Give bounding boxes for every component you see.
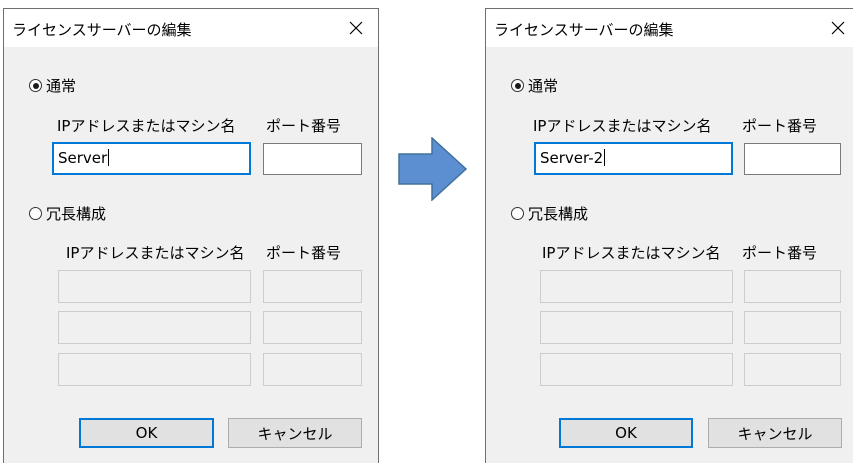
port-header-normal: ポート番号: [266, 117, 342, 135]
license-server-edit-dialog-after: ライセンスサーバーの編集 通常 IPアドレスまたはマシン名 ポート番号 Serv…: [485, 8, 853, 463]
address-header-redundant: IPアドレスまたはマシン名: [542, 244, 721, 262]
radio-normal[interactable]: 通常: [29, 75, 76, 96]
redundant-port-input-1: [263, 270, 362, 303]
close-button[interactable]: [340, 13, 372, 43]
address-input-value: Server-2: [540, 149, 604, 167]
redundant-address-input-1: [58, 270, 251, 303]
port-header-normal: ポート番号: [742, 117, 818, 135]
redundant-port-input-3: [744, 353, 841, 386]
close-icon: [831, 21, 845, 35]
radio-normal-button[interactable]: [29, 79, 42, 92]
redundant-address-input-2: [540, 311, 733, 344]
address-input[interactable]: Server-2: [534, 142, 733, 175]
address-header-redundant: IPアドレスまたはマシン名: [66, 244, 245, 262]
radio-normal-label: 通常: [528, 77, 559, 95]
close-icon: [349, 21, 363, 35]
redundant-address-input-3: [58, 353, 251, 386]
radio-redundant-label: 冗長構成: [46, 205, 107, 223]
redundant-address-input-2: [58, 311, 251, 344]
title-bar: ライセンスサーバーの編集: [4, 9, 378, 47]
dialog-title: ライセンスサーバーの編集: [12, 21, 192, 39]
text-caret: [604, 149, 606, 166]
radio-redundant-button[interactable]: [29, 207, 42, 220]
redundant-port-input-2: [263, 311, 362, 344]
address-header-normal: IPアドレスまたはマシン名: [57, 117, 236, 135]
port-header-redundant: ポート番号: [266, 244, 342, 262]
radio-normal-button[interactable]: [511, 79, 524, 92]
redundant-port-input-1: [744, 270, 841, 303]
radio-normal-label: 通常: [46, 77, 77, 95]
redundant-address-input-1: [540, 270, 733, 303]
ok-button[interactable]: OK: [79, 418, 214, 448]
dialog-title: ライセンスサーバーの編集: [494, 21, 674, 39]
right-arrow-icon: [398, 137, 468, 201]
port-input[interactable]: [263, 143, 362, 175]
cancel-button[interactable]: キャンセル: [708, 418, 842, 448]
title-bar: ライセンスサーバーの編集: [486, 9, 853, 47]
address-header-normal: IPアドレスまたはマシン名: [533, 117, 712, 135]
address-input[interactable]: Server: [52, 142, 251, 175]
redundant-port-input-2: [744, 311, 841, 344]
ok-button[interactable]: OK: [559, 418, 693, 448]
redundant-address-input-3: [540, 353, 733, 386]
text-caret: [108, 149, 110, 166]
radio-normal[interactable]: 通常: [511, 75, 558, 96]
close-button[interactable]: [822, 13, 853, 43]
port-input[interactable]: [744, 143, 841, 175]
license-server-edit-dialog-before: ライセンスサーバーの編集 通常 IPアドレスまたはマシン名 ポート番号 Serv…: [3, 8, 379, 463]
radio-redundant-button[interactable]: [511, 207, 524, 220]
radio-redundant[interactable]: 冗長構成: [511, 203, 588, 224]
radio-redundant[interactable]: 冗長構成: [29, 203, 106, 224]
radio-redundant-label: 冗長構成: [528, 205, 589, 223]
redundant-port-input-3: [263, 353, 362, 386]
port-header-redundant: ポート番号: [742, 244, 818, 262]
cancel-button[interactable]: キャンセル: [228, 418, 362, 448]
address-input-value: Server: [58, 149, 108, 167]
